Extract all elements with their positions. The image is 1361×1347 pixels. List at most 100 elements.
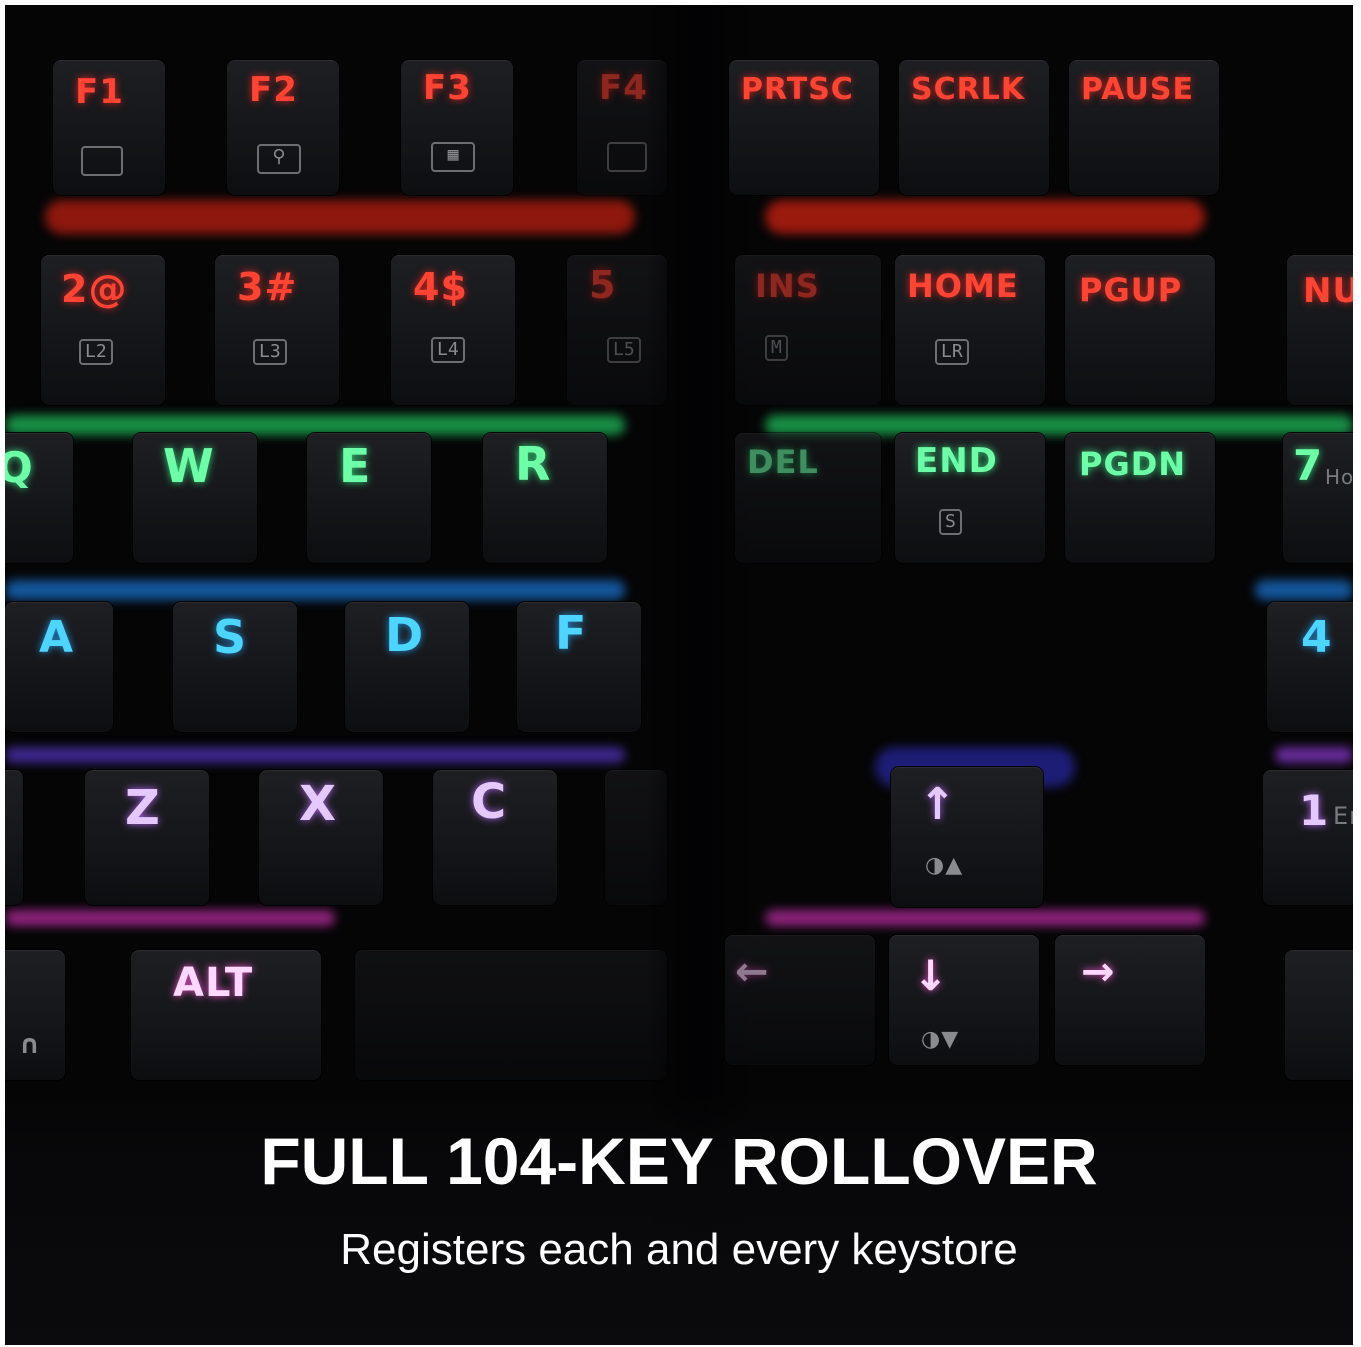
- red-backlight-right: [765, 200, 1205, 234]
- key-f: F: [517, 602, 641, 732]
- key-legend: HOME: [907, 267, 1019, 305]
- brightness-down-icon: ◑▼: [921, 1027, 960, 1052]
- key-prtsc: PRTSC: [729, 60, 879, 195]
- key-legend: R: [515, 437, 552, 491]
- key-scrlk: SCRLK: [899, 60, 1049, 195]
- key-legend: PAUSE: [1081, 72, 1194, 107]
- key-space-partial: [355, 950, 667, 1080]
- key-alt: ALT: [131, 950, 321, 1080]
- key-del: DEL: [735, 433, 881, 563]
- key-f1: F1: [53, 60, 165, 195]
- key-legend: X: [299, 776, 338, 832]
- key-legend: E: [339, 439, 372, 493]
- key-legend: F2: [249, 70, 298, 110]
- key-numpad-0-partial: [1285, 950, 1353, 1080]
- brightness-up-icon: ◑▲: [925, 853, 964, 878]
- key-home: HOME LR: [895, 255, 1045, 405]
- key-numpad-1: 1 En: [1263, 770, 1353, 905]
- key-r: R: [483, 433, 607, 563]
- key-legend: DEL: [747, 443, 819, 481]
- key-z: Z: [85, 770, 209, 905]
- key-4: 4$ L4: [391, 255, 515, 405]
- key-pgup: PGUP: [1065, 255, 1215, 405]
- key-sublegend: LR: [935, 339, 969, 365]
- key-legend: S: [213, 610, 248, 664]
- key-legend: Q: [5, 443, 34, 492]
- key-sublegend: M: [765, 335, 788, 361]
- key-legend: D: [385, 608, 425, 662]
- key-arrow-up: ↑ ◑▲: [891, 767, 1043, 907]
- key-f2: F2 ⚲: [227, 60, 339, 195]
- email-icon: [607, 142, 647, 172]
- pink-backlight-left: [5, 910, 335, 926]
- key-legend: END: [915, 441, 998, 481]
- key-legend: Z: [125, 780, 161, 836]
- key-2: 2@ L2: [41, 255, 165, 405]
- key-legend: 2@: [61, 267, 128, 311]
- search-icon: ⚲: [257, 144, 301, 174]
- key-legend: ALT: [173, 960, 254, 1006]
- key-legend: PRTSC: [741, 72, 854, 107]
- key-shift-partial: [5, 770, 23, 905]
- key-legend: PGDN: [1079, 445, 1187, 483]
- key-sublegend: L3: [253, 339, 287, 365]
- pink-backlight-right: [765, 910, 1205, 926]
- key-arrow-right: →: [1055, 935, 1205, 1065]
- green-backlight-right: [765, 415, 1353, 435]
- key-sublegend: L5: [607, 337, 641, 363]
- key-e: E: [307, 433, 431, 563]
- violet-backlight-right: [1275, 747, 1353, 763]
- key-legend: F1: [75, 72, 124, 112]
- key-legend: 7: [1293, 441, 1324, 490]
- key-sublegend: En: [1333, 802, 1353, 830]
- key-legend: NU: [1303, 271, 1353, 311]
- blue-backlight-right: [1255, 580, 1353, 600]
- arrow-down-icon: ↓: [913, 951, 949, 1000]
- key-end: END S: [895, 433, 1045, 563]
- key-a: A: [5, 602, 113, 732]
- key-x: X: [259, 770, 383, 905]
- key-arrow-left: ←: [725, 935, 875, 1065]
- key-legend: 5: [589, 263, 617, 307]
- lock-icon: ∩: [19, 1030, 42, 1060]
- key-d: D: [345, 602, 469, 732]
- laptop-icon: [81, 146, 123, 176]
- product-image: F1 F2 ⚲ F3 ▦ F4 2@ L2 3# L3 4$ L4 5 L5 Q…: [5, 5, 1353, 1345]
- key-legend: F: [555, 606, 588, 660]
- key-legend: A: [39, 612, 75, 663]
- arrow-up-icon: ↑: [919, 779, 956, 830]
- key-sublegend: L2: [79, 339, 113, 365]
- calculator-icon: ▦: [431, 142, 475, 172]
- key-q: Q: [5, 433, 73, 563]
- key-numpad-7: 7 Ho: [1283, 433, 1353, 563]
- violet-backlight-left: [5, 747, 625, 763]
- key-legend: F3: [423, 68, 472, 108]
- key-legend: 4$: [413, 265, 468, 309]
- key-legend: 1: [1299, 786, 1330, 835]
- key-legend: SCRLK: [911, 72, 1026, 107]
- subheadline: Registers each and every keystore: [340, 1225, 1018, 1274]
- key-sublegend: S: [939, 509, 962, 535]
- key-pgdn: PGDN: [1065, 433, 1215, 563]
- headline: FULL 104-KEY ROLLOVER: [260, 1124, 1098, 1198]
- key-legend: 4: [1301, 612, 1333, 663]
- key-numlock: NU: [1287, 255, 1353, 405]
- key-legend: PGUP: [1079, 271, 1183, 309]
- key-numpad-4: 4: [1267, 602, 1353, 732]
- key-pause: PAUSE: [1069, 60, 1219, 195]
- key-legend: 3#: [237, 265, 298, 309]
- key-sublegend: Ho: [1325, 465, 1353, 489]
- key-legend: W: [163, 439, 215, 493]
- key-legend: C: [471, 774, 508, 830]
- arrow-right-icon: →: [1081, 949, 1115, 995]
- key-s: S: [173, 602, 297, 732]
- arrow-left-icon: ←: [735, 949, 769, 995]
- key-ins: INS M: [735, 255, 881, 405]
- key-arrow-down: ↓ ◑▼: [889, 935, 1039, 1065]
- red-backlight-left: [45, 200, 635, 234]
- key-f3: F3 ▦: [401, 60, 513, 195]
- key-legend: INS: [755, 267, 820, 305]
- key-w: W: [133, 433, 257, 563]
- key-legend: F4: [599, 68, 648, 108]
- key-sublegend: L4: [431, 337, 465, 363]
